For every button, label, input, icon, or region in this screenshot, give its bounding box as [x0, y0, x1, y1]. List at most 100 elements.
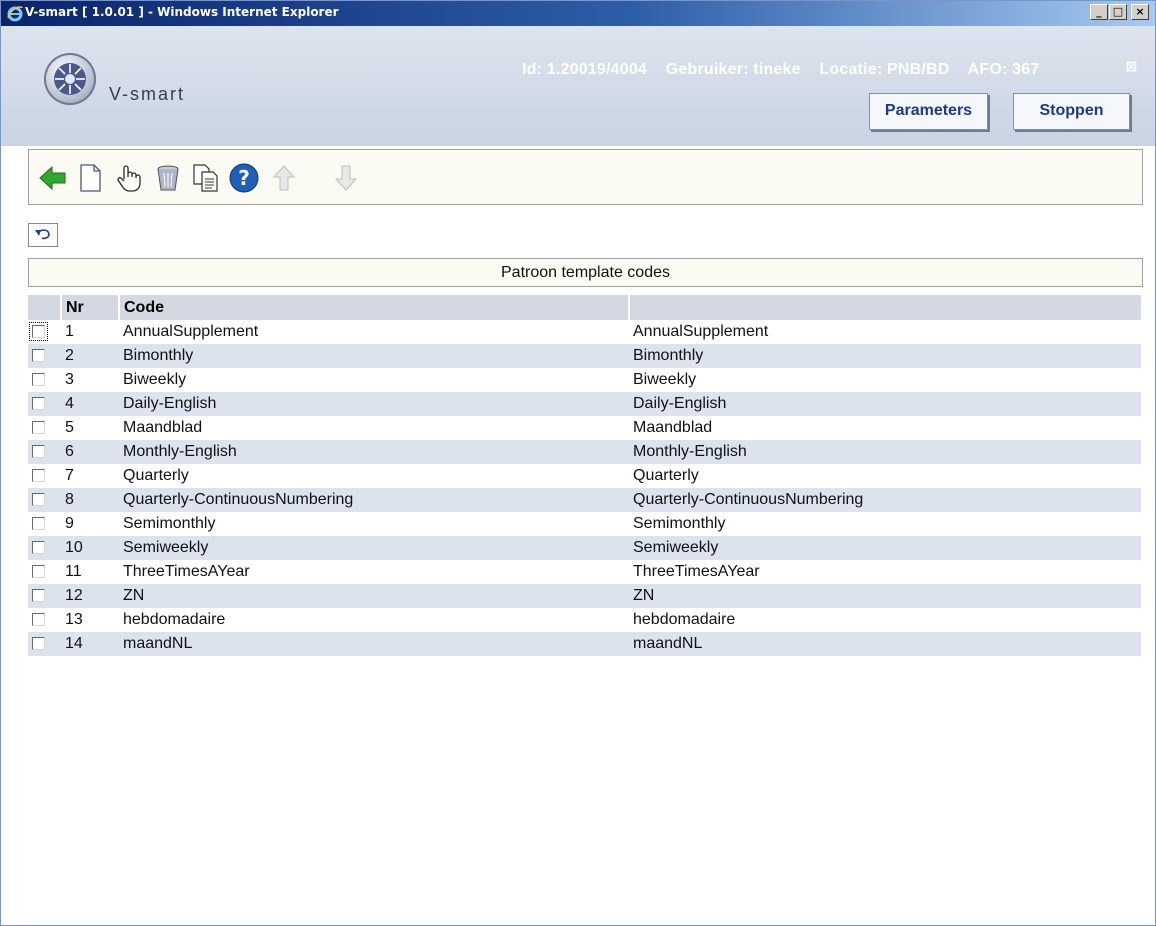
row-code[interactable]: Daily-English — [119, 392, 629, 416]
copy-icon[interactable] — [190, 162, 222, 194]
row-code[interactable]: Maandblad — [119, 416, 629, 440]
maximize-button[interactable]: □ — [1109, 4, 1127, 20]
row-code[interactable]: Quarterly — [119, 464, 629, 488]
panel-title: Patroon template codes — [28, 258, 1143, 287]
arrow-up-icon — [272, 165, 296, 191]
row-checkbox[interactable] — [32, 349, 45, 363]
row-select-cell — [28, 392, 61, 416]
row-code[interactable]: Semimonthly — [119, 512, 629, 536]
window-title: V-smart [ 1.0.01 ] - Windows Internet Ex… — [25, 5, 339, 19]
row-checkbox[interactable] — [32, 493, 45, 507]
row-checkbox[interactable] — [32, 589, 45, 603]
parameters-button[interactable]: Parameters — [869, 93, 988, 130]
row-description[interactable]: Monthly-English — [629, 440, 1141, 464]
row-code[interactable]: AnnualSupplement — [119, 320, 629, 344]
table-row[interactable]: 8 Quarterly-ContinuousNumbering Quarterly-… — [28, 488, 1141, 512]
hand-select-icon[interactable] — [113, 162, 145, 194]
row-description[interactable]: Maandblad — [629, 416, 1141, 440]
stop-button[interactable]: Stoppen — [1013, 93, 1130, 130]
row-description[interactable]: maandNL — [629, 632, 1141, 656]
table-row[interactable]: 10 Semiweekly Semiweekly — [28, 536, 1141, 560]
row-description[interactable]: Quarterly-ContinuousNumbering — [629, 488, 1141, 512]
row-nr[interactable]: 1 — [61, 320, 119, 344]
table-row[interactable]: 6 Monthly-English Monthly-English — [28, 440, 1141, 464]
row-checkbox[interactable] — [32, 637, 45, 651]
description-column-header[interactable] — [628, 295, 1141, 320]
row-checkbox[interactable] — [32, 445, 45, 459]
row-description[interactable]: Biweekly — [629, 368, 1141, 392]
row-nr[interactable]: 5 — [61, 416, 119, 440]
row-description[interactable]: Quarterly — [629, 464, 1141, 488]
row-nr[interactable]: 14 — [61, 632, 119, 656]
table-row[interactable]: 7 Quarterly Quarterly — [28, 464, 1141, 488]
row-description[interactable]: Semiweekly — [629, 536, 1141, 560]
row-select-cell — [28, 536, 61, 560]
table-row[interactable]: 2 Bimonthly Bimonthly — [28, 344, 1141, 368]
table-row[interactable]: 14 maandNL maandNL — [28, 632, 1141, 656]
table-row[interactable]: 3 Biweekly Biweekly — [28, 368, 1141, 392]
minimize-button[interactable]: _ — [1090, 4, 1108, 20]
window-controls: _ □ × — [1090, 4, 1149, 20]
row-description[interactable]: ZN — [629, 584, 1141, 608]
undo-button[interactable] — [28, 223, 58, 247]
new-document-icon[interactable] — [74, 162, 106, 194]
row-description[interactable]: Bimonthly — [629, 344, 1141, 368]
help-icon[interactable]: ? — [228, 162, 260, 194]
table-row[interactable]: 1 AnnualSupplement AnnualSupplement — [28, 320, 1141, 344]
row-description[interactable]: ThreeTimesAYear — [629, 560, 1141, 584]
row-description[interactable]: hebdomadaire — [629, 608, 1141, 632]
row-select-cell — [28, 488, 61, 512]
row-checkbox[interactable] — [32, 421, 45, 435]
table-header-row: Nr Code — [28, 295, 1141, 320]
table-row[interactable]: 13 hebdomadaire hebdomadaire — [28, 608, 1141, 632]
row-code[interactable]: ThreeTimesAYear — [119, 560, 629, 584]
row-select-cell — [28, 368, 61, 392]
row-nr[interactable]: 10 — [61, 536, 119, 560]
row-code[interactable]: hebdomadaire — [119, 608, 629, 632]
row-nr[interactable]: 9 — [61, 512, 119, 536]
row-description[interactable]: Daily-English — [629, 392, 1141, 416]
row-nr[interactable]: 4 — [61, 392, 119, 416]
row-nr[interactable]: 13 — [61, 608, 119, 632]
row-code[interactable]: ZN — [119, 584, 629, 608]
table-row[interactable]: 4 Daily-English Daily-English — [28, 392, 1141, 416]
row-checkbox[interactable] — [32, 541, 45, 555]
row-code[interactable]: Monthly-English — [119, 440, 629, 464]
row-checkbox[interactable] — [32, 613, 45, 627]
close-afo-icon[interactable]: ⊠ — [1125, 60, 1138, 74]
row-select-cell — [28, 584, 61, 608]
close-window-button[interactable]: × — [1131, 4, 1149, 20]
table-row[interactable]: 11 ThreeTimesAYear ThreeTimesAYear — [28, 560, 1141, 584]
row-checkbox[interactable] — [29, 322, 48, 342]
row-code[interactable]: Quarterly-ContinuousNumbering — [119, 488, 629, 512]
row-checkbox[interactable] — [32, 397, 45, 411]
row-code[interactable]: Biweekly — [119, 368, 629, 392]
row-nr[interactable]: 12 — [61, 584, 119, 608]
table-row[interactable]: 9 Semimonthly Semimonthly — [28, 512, 1141, 536]
row-nr[interactable]: 2 — [61, 344, 119, 368]
back-arrow-icon[interactable] — [37, 162, 69, 194]
row-checkbox[interactable] — [32, 373, 45, 387]
trash-icon[interactable] — [152, 162, 184, 194]
row-description[interactable]: AnnualSupplement — [629, 320, 1141, 344]
table-row[interactable]: 5 Maandblad Maandblad — [28, 416, 1141, 440]
row-code[interactable]: Semiweekly — [119, 536, 629, 560]
row-code[interactable]: maandNL — [119, 632, 629, 656]
row-code[interactable]: Bimonthly — [119, 344, 629, 368]
brand-name: V-smart — [109, 84, 186, 104]
code-column-header[interactable]: Code — [118, 295, 629, 320]
row-nr[interactable]: 11 — [61, 560, 119, 584]
row-nr[interactable]: 6 — [61, 440, 119, 464]
row-select-cell — [28, 440, 61, 464]
row-nr[interactable]: 8 — [61, 488, 119, 512]
row-nr[interactable]: 7 — [61, 464, 119, 488]
row-checkbox[interactable] — [32, 469, 45, 483]
vsmart-logo — [44, 53, 96, 105]
row-nr[interactable]: 3 — [61, 368, 119, 392]
nr-column-header[interactable]: Nr — [60, 295, 119, 320]
table-row[interactable]: 12 ZN ZN — [28, 584, 1141, 608]
row-description[interactable]: Semimonthly — [629, 512, 1141, 536]
logo-sunburst-icon — [54, 63, 86, 95]
row-checkbox[interactable] — [32, 517, 45, 531]
row-checkbox[interactable] — [32, 565, 45, 579]
